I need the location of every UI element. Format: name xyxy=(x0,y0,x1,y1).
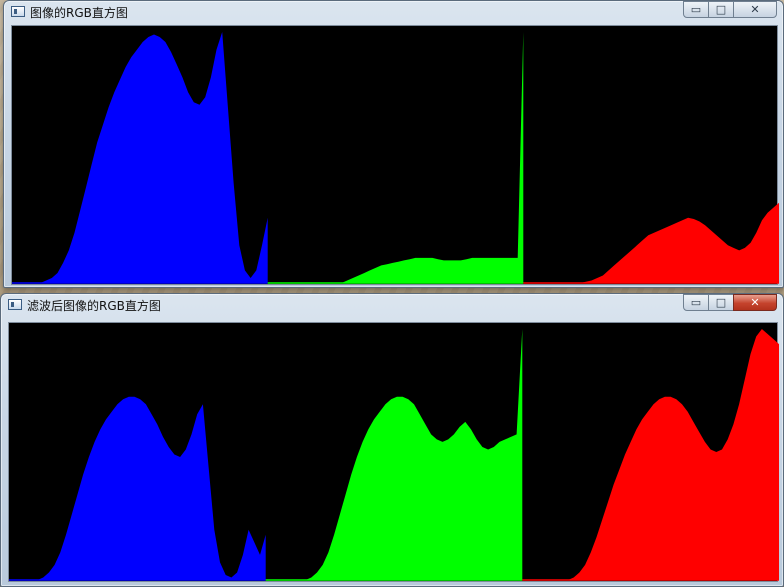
window-controls: ▭ □ ✕ xyxy=(683,1,777,18)
close-icon: ✕ xyxy=(750,296,760,309)
app-icon xyxy=(8,299,22,310)
rgb-histogram-chart xyxy=(12,32,779,284)
window-title: 图像的RGB直方图 xyxy=(30,6,128,20)
histogram-canvas xyxy=(8,322,779,582)
histogram-area-green xyxy=(267,32,524,283)
close-icon: ✕ xyxy=(750,3,760,16)
histogram-area-blue xyxy=(12,32,268,283)
histogram-window: 图像的RGB直方图 ▭ □ ✕ xyxy=(3,0,784,288)
filtered-rgb-histogram-chart xyxy=(9,329,779,581)
histogram-area-red xyxy=(522,329,779,580)
close-button[interactable]: ✕ xyxy=(733,294,777,311)
histogram-area-red xyxy=(523,202,779,283)
minimize-button[interactable]: ▭ xyxy=(683,1,709,18)
close-button[interactable]: ✕ xyxy=(733,1,777,18)
histogram-area-green xyxy=(265,329,523,580)
histogram-canvas xyxy=(11,25,779,285)
maximize-icon: □ xyxy=(715,296,727,309)
title-bar[interactable]: 滤波后图像的RGB直方图 ▭ □ ✕ xyxy=(1,294,783,316)
maximize-icon: □ xyxy=(715,3,727,16)
minimize-icon: ▭ xyxy=(690,3,702,16)
window-controls: ▭ □ ✕ xyxy=(683,294,777,311)
maximize-button[interactable]: □ xyxy=(708,294,734,311)
title-bar[interactable]: 图像的RGB直方图 ▭ □ ✕ xyxy=(4,1,783,23)
filtered-histogram-window: 滤波后图像的RGB直方图 ▭ □ ✕ xyxy=(0,293,784,587)
maximize-button[interactable]: □ xyxy=(708,1,734,18)
histogram-area-blue xyxy=(9,396,266,580)
minimize-icon: ▭ xyxy=(690,296,702,309)
app-icon xyxy=(11,6,25,17)
window-title: 滤波后图像的RGB直方图 xyxy=(27,299,161,313)
minimize-button[interactable]: ▭ xyxy=(683,294,709,311)
